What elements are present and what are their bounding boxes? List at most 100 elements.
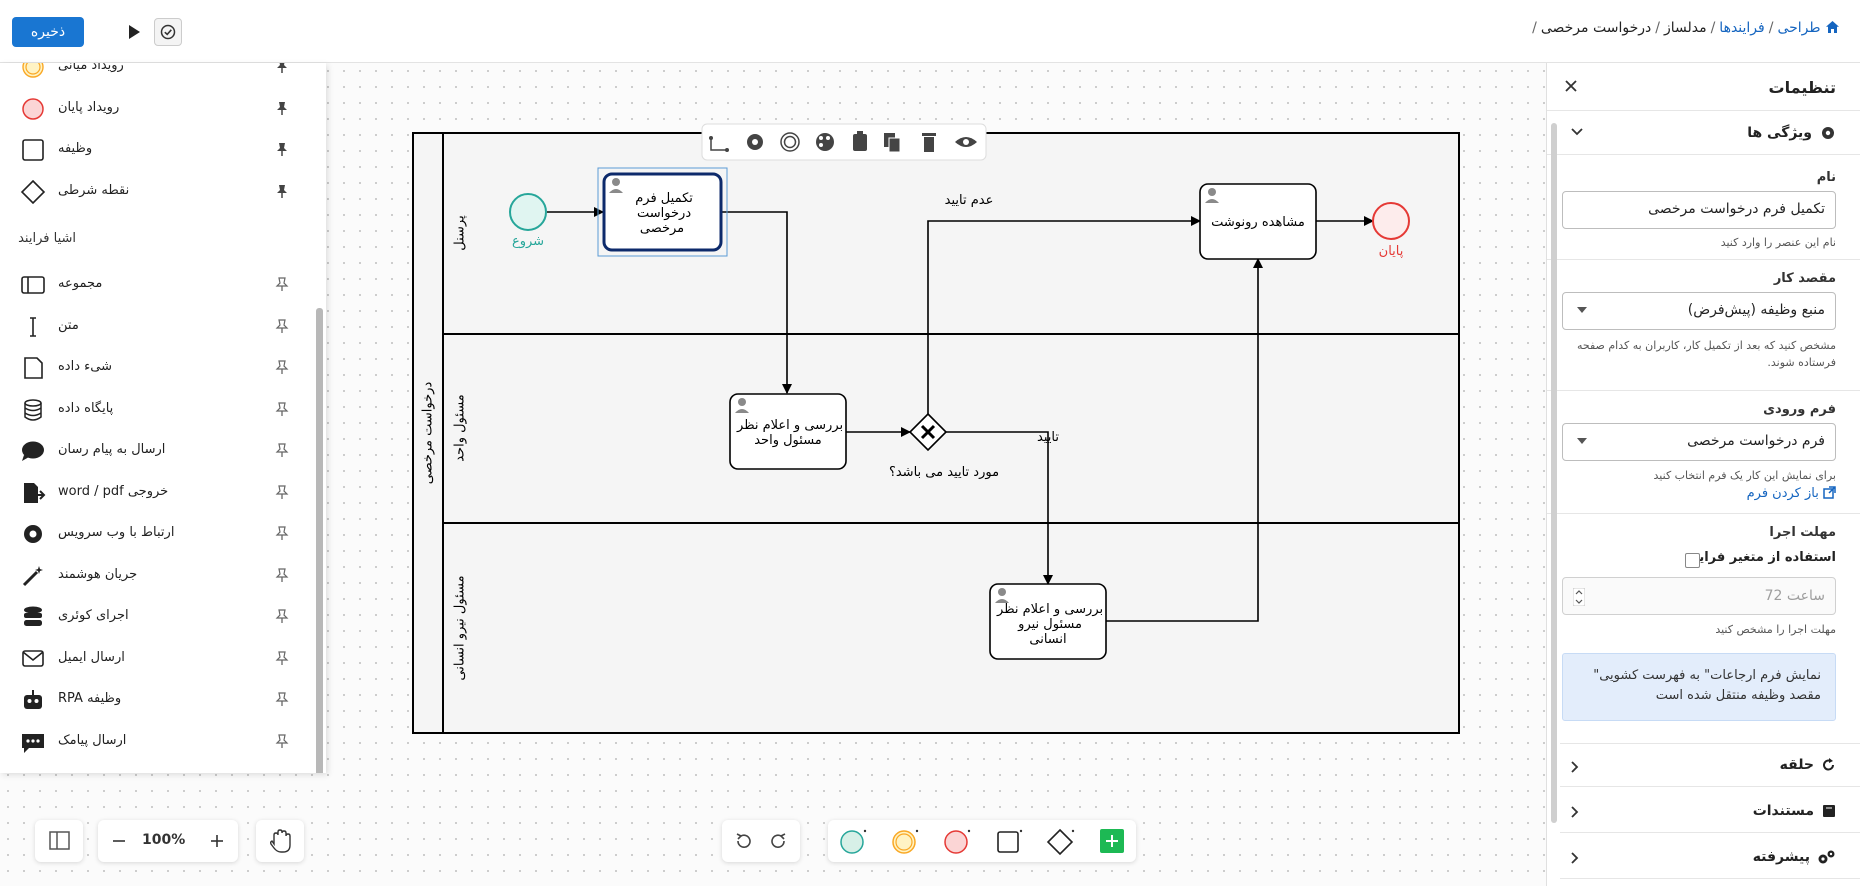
lane-hr-manager[interactable]: مسئول نیرو انسانی <box>453 575 468 680</box>
add-gateway-icon[interactable] <box>1046 828 1076 856</box>
database-icon <box>24 398 42 421</box>
pin-icon[interactable] <box>274 100 290 116</box>
start-event[interactable]: شروع <box>509 193 547 249</box>
task-unit-review[interactable]: بررسی و اعلام نظر مسئول واحد <box>729 393 847 470</box>
input-form-select[interactable]: فرم درخواست مرخصی <box>1562 423 1836 461</box>
deadline-input[interactable]: ساعت 72 <box>1562 577 1836 615</box>
minimap-toggle-button[interactable] <box>35 820 83 862</box>
palette-item-0[interactable]: رویداد میانی <box>0 63 310 85</box>
settings-scrollbar[interactable] <box>1551 123 1557 823</box>
task-view-copy[interactable]: مشاهده رونوشت <box>1199 183 1317 260</box>
palette-item-label: مجموعه <box>58 276 103 291</box>
add-end-event-icon[interactable] <box>942 828 972 856</box>
palette-item-13[interactable]: ارسال ایمیل <box>0 641 310 677</box>
gears-icon <box>1818 850 1835 863</box>
pin-icon[interactable] <box>274 691 290 707</box>
palette-item-5[interactable]: متن <box>0 309 310 345</box>
pin-icon[interactable] <box>274 442 290 458</box>
pin-icon[interactable] <box>274 608 290 624</box>
palette-item-11[interactable]: جریان هوشمند <box>0 558 310 594</box>
zoom-out-icon[interactable] <box>112 834 126 848</box>
robot-icon <box>24 690 42 709</box>
add-more-icon[interactable] <box>1100 829 1124 853</box>
home-icon[interactable] <box>1825 20 1840 36</box>
history-controls <box>722 820 800 862</box>
task-hr-review-line2: مسئول نیرو <box>1017 617 1082 632</box>
pin-icon[interactable] <box>274 318 290 334</box>
palette-item-14[interactable]: وظیفه RPA <box>0 682 310 718</box>
refresh-icon <box>1823 758 1835 771</box>
palette-item-4[interactable]: مجموعه <box>0 267 310 303</box>
pin-icon[interactable] <box>274 63 290 74</box>
purpose-label: مقصد کار <box>1773 271 1836 286</box>
task-fill-form-line1: تکمیل فرم <box>635 191 693 206</box>
gear-icon[interactable] <box>747 134 763 150</box>
open-form-link[interactable]: باز کردن فرم <box>1747 486 1836 501</box>
undo-icon[interactable] <box>732 830 754 852</box>
task-fill-form-line2: درخواست <box>637 206 691 221</box>
flow-reject-label: عدم تایید <box>945 193 994 208</box>
play-icon[interactable] <box>120 18 148 46</box>
hand-tool-button[interactable] <box>256 820 304 862</box>
add-intermediate-event-icon[interactable] <box>890 828 920 856</box>
palette-item-label: نقطه شرطی <box>58 182 130 198</box>
gateway-icon <box>20 179 46 204</box>
settings-panel: تنظیمات ویژگی ها نام تکمیل فرم درخواست م… <box>1546 63 1860 886</box>
pin-icon[interactable] <box>274 276 290 292</box>
zoom-in-icon[interactable] <box>210 834 224 848</box>
task-unit-review-line1: بررسی و اعلام نظر <box>736 418 843 433</box>
palette-item-label: رویداد پایان <box>58 99 120 115</box>
pin-icon[interactable] <box>274 183 290 199</box>
loop-title: حلقه <box>1779 757 1814 773</box>
redo-icon[interactable] <box>768 830 790 852</box>
pin-icon[interactable] <box>274 567 290 583</box>
palette-item-7[interactable]: پایگاه داده <box>0 392 310 428</box>
pin-icon[interactable] <box>274 525 290 541</box>
close-icon[interactable] <box>1564 79 1578 93</box>
pin-icon[interactable] <box>274 484 290 500</box>
pin-icon[interactable] <box>274 733 290 749</box>
palette-item-label: ارسال به پیام رسان <box>58 442 166 457</box>
breadcrumb-design[interactable]: طراحی <box>1777 20 1820 36</box>
loop-section-header[interactable]: حلقه <box>1560 743 1860 787</box>
properties-section-header[interactable]: ویژگی ها <box>1547 111 1860 155</box>
palette-item-2[interactable]: وظیفه <box>0 132 310 168</box>
pin-icon[interactable] <box>274 401 290 417</box>
pin-icon[interactable] <box>274 359 290 375</box>
docs-title: مستندات <box>1752 802 1814 819</box>
pin-icon[interactable] <box>274 141 290 157</box>
breadcrumb-processes[interactable]: فرایندها <box>1719 20 1764 36</box>
save-button[interactable]: ذخیره <box>12 17 84 47</box>
external-link-icon <box>1823 486 1836 499</box>
palette-item-1[interactable]: رویداد پایان <box>0 91 310 127</box>
trash-icon[interactable] <box>922 133 936 152</box>
add-start-event-icon[interactable] <box>838 828 868 856</box>
palette-item-8[interactable]: ارسال به پیام رسان <box>0 433 310 469</box>
palette-item-3[interactable]: نقطه شرطی <box>0 174 310 210</box>
palette-item-15[interactable]: ارسال پیامک <box>0 724 310 760</box>
advanced-section-header[interactable]: پیشرفته <box>1560 835 1860 879</box>
purpose-select[interactable]: منبع وظیفه (پیش‌فرض) <box>1562 292 1836 330</box>
palette-color-icon[interactable] <box>816 133 834 151</box>
clipboard-icon[interactable] <box>853 131 867 151</box>
task-fill-form[interactable]: تکمیل فرم درخواست مرخصی <box>597 167 728 257</box>
docs-section-header[interactable]: مستندات <box>1560 789 1860 833</box>
validate-check-icon[interactable] <box>154 18 182 46</box>
hand-icon <box>269 829 291 853</box>
task-hr-review[interactable]: بررسی و اعلام نظر مسئول نیرو انسانی <box>989 583 1107 660</box>
breadcrumb-modeler: مدلساز <box>1663 20 1707 36</box>
task-view-copy-label: مشاهده رونوشت <box>1211 215 1305 230</box>
stepper-icon[interactable] <box>1573 588 1585 606</box>
palette-item-label: وظیفه <box>58 141 93 156</box>
palette-item-label: ارسال ایمیل <box>58 649 125 665</box>
pin-icon[interactable] <box>274 650 290 666</box>
palette-item-12[interactable]: اجرای کوئری <box>0 599 310 635</box>
palette-item-9[interactable]: خروجی word / pdf <box>0 475 310 511</box>
palette-scrollbar[interactable] <box>316 308 323 773</box>
name-input[interactable]: تکمیل فرم درخواست مرخصی <box>1562 191 1836 229</box>
use-variable-checkbox[interactable] <box>1685 553 1700 568</box>
palette-item-6[interactable]: شیء داده <box>0 350 310 386</box>
palette-item-10[interactable]: ارتباط با وب سرویس <box>0 516 310 552</box>
intermediate-event-icon <box>22 63 44 78</box>
add-task-icon[interactable] <box>994 828 1024 856</box>
